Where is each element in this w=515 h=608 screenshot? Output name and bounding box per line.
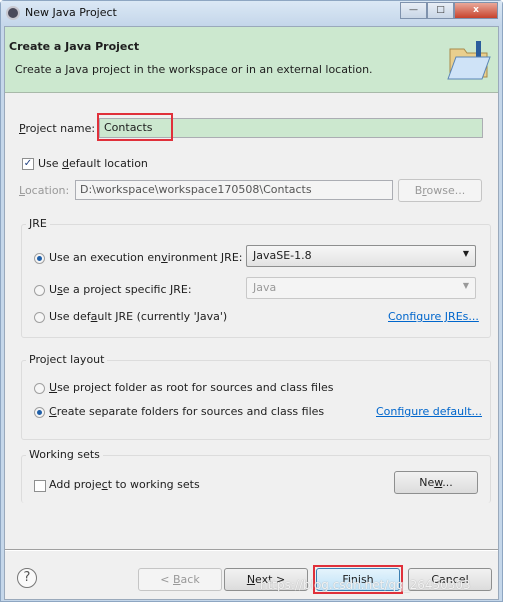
banner-title: Create a Java Project — [9, 40, 140, 53]
use-default-location-label: Use default location — [38, 157, 148, 170]
watermark: https://blog.csdn.net/qq_26450303 — [260, 578, 471, 592]
chevron-down-icon: ▼ — [462, 281, 469, 290]
browse-button[interactable]: Browse... — [398, 179, 482, 202]
close-button[interactable]: x — [454, 2, 498, 19]
title-bar: New Java Project — □ x — [1, 1, 502, 26]
project-specific-jre-label: Use a project specific JRE: — [49, 283, 192, 296]
working-sets-group: Working sets Add project to working sets… — [21, 448, 491, 503]
working-sets-group-title: Working sets — [26, 448, 103, 461]
project-specific-jre-select[interactable]: Java ▼ — [246, 277, 476, 299]
highlight-box — [97, 113, 173, 141]
chevron-down-icon: ▼ — [462, 249, 469, 258]
execution-environment-select[interactable]: JavaSE-1.8 ▼ — [246, 245, 476, 267]
help-icon[interactable]: ? — [17, 568, 37, 588]
footer-divider — [5, 549, 498, 551]
execution-environment-radio[interactable] — [34, 253, 45, 264]
dialog-body: Create a Java Project Create a Java proj… — [4, 26, 499, 600]
separate-folders-label: Create separate folders for sources and … — [49, 405, 325, 418]
location-input[interactable]: D:\workspace\workspace170508\Contacts — [75, 180, 393, 200]
execution-environment-label: Use an execution environment JRE: — [49, 251, 243, 264]
project-folder-root-label: Use project folder as root for sources a… — [49, 381, 334, 394]
maximize-button[interactable]: □ — [427, 2, 454, 19]
default-jre-radio[interactable] — [34, 312, 45, 323]
window-title: New Java Project — [25, 6, 117, 19]
project-layout-group: Project layout Use project folder as roo… — [21, 353, 491, 440]
project-name-label: Project name: — [19, 122, 96, 135]
new-working-set-button[interactable]: New... — [394, 471, 478, 494]
configure-jres-link[interactable]: Configure JREs... — [388, 310, 479, 323]
project-specific-jre-radio[interactable] — [34, 285, 45, 296]
location-label: Location: — [19, 184, 70, 197]
project-layout-group-title: Project layout — [26, 353, 108, 366]
dialog-window: New Java Project — □ x Create a Java Pro… — [0, 0, 503, 602]
wizard-banner: Create a Java Project Create a Java proj… — [5, 27, 498, 93]
jre-group-title: JRE — [26, 217, 50, 230]
back-button[interactable]: < Back — [138, 568, 222, 591]
add-to-working-sets-label: Add project to working sets — [49, 478, 200, 491]
add-to-working-sets-checkbox[interactable] — [34, 480, 46, 492]
minimize-button[interactable]: — — [400, 2, 427, 19]
configure-default-link[interactable]: Configure default... — [376, 405, 482, 418]
default-jre-label: Use default JRE (currently 'Java') — [49, 310, 228, 323]
separate-folders-radio[interactable] — [34, 407, 45, 418]
folder-icon — [447, 41, 491, 80]
banner-description: Create a Java project in the workspace o… — [15, 63, 373, 76]
eclipse-icon — [6, 6, 20, 20]
jre-group: JRE Use an execution environment JRE: Ja… — [21, 217, 491, 338]
project-folder-root-radio[interactable] — [34, 383, 45, 394]
use-default-location-checkbox[interactable]: ✓ — [22, 158, 34, 170]
